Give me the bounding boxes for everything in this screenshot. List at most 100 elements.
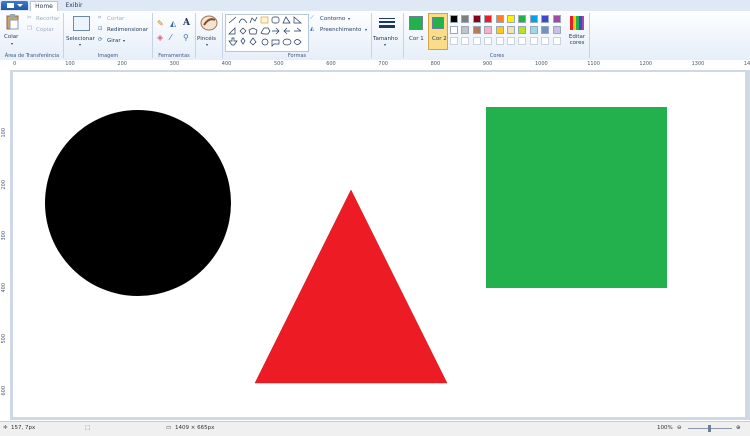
palette-swatch[interactable]: [507, 15, 515, 23]
palette-swatch[interactable]: [495, 26, 504, 34]
rotate-icon: ⟳: [98, 37, 103, 43]
palette-swatch[interactable]: [472, 15, 481, 23]
image-size-icon: ▭: [166, 425, 172, 431]
palette-swatch[interactable]: [552, 15, 561, 23]
copy-button[interactable]: ❐ Copiar: [27, 26, 61, 34]
color-picker-icon[interactable]: ⁄: [170, 33, 171, 42]
colors-group-label: Cores: [489, 53, 505, 59]
palette-swatch[interactable]: [552, 26, 561, 34]
custom-color-slot[interactable]: [461, 37, 470, 45]
custom-color-slot[interactable]: [507, 37, 515, 45]
custom-color-slot[interactable]: [472, 37, 481, 45]
outline-label: Contorno: [320, 16, 346, 22]
red-triangle-shape[interactable]: [254, 189, 448, 384]
fill-dropdown[interactable]: ◭ Preenchimento ▾: [310, 26, 370, 35]
chevron-down-icon: ▾: [79, 42, 82, 47]
palette-swatch[interactable]: [529, 26, 538, 34]
palette-swatch[interactable]: [450, 26, 458, 34]
resize-icon: ⊡: [98, 26, 103, 32]
shapes-gallery[interactable]: [225, 14, 309, 52]
brush-icon: [200, 15, 218, 31]
ruler-tick-label: 1100: [587, 61, 600, 67]
palette-swatch[interactable]: [507, 26, 515, 34]
clipboard-group-label: Área de Transferência: [4, 53, 60, 59]
palette-swatch[interactable]: [472, 26, 481, 34]
chevron-down-icon: ▾: [206, 42, 209, 47]
palette-swatch[interactable]: [450, 15, 458, 23]
ribbon-separator: [371, 13, 372, 58]
ribbon: Colar ▾ ✂ Recortar ❐ Copiar Área de Tran…: [0, 11, 750, 61]
size-button[interactable]: Tamanho ▾: [373, 14, 401, 48]
green-square-shape[interactable]: [486, 107, 667, 288]
custom-color-slot[interactable]: [450, 37, 458, 45]
cut-label: Recortar: [36, 16, 60, 22]
file-menu-button[interactable]: [1, 1, 28, 10]
color1-label: Cor 1: [409, 36, 424, 42]
image-size: 1409 × 665px: [175, 425, 215, 431]
color2-label: Cor 2: [432, 36, 447, 42]
chevron-down-icon: ▾: [123, 38, 126, 43]
palette-swatch[interactable]: [541, 26, 550, 34]
palette-swatch[interactable]: [495, 15, 504, 23]
color2-swatch: [432, 17, 444, 29]
eraser-icon[interactable]: ◈: [157, 33, 163, 42]
zoom-slider-thumb[interactable]: [708, 425, 711, 432]
zoom-in-button[interactable]: ⊕: [736, 425, 741, 431]
tab-home[interactable]: Home: [30, 1, 58, 11]
outline-dropdown[interactable]: ⟋ Contorno ▾: [310, 15, 360, 24]
color1-swatch: [409, 16, 423, 30]
palette-swatch[interactable]: [518, 15, 527, 23]
ruler-tick-label: 300: [169, 61, 180, 67]
copy-icon: ❐: [27, 26, 32, 32]
ruler-tick-label: 200: [1, 179, 7, 190]
pencil-icon[interactable]: ✎: [157, 19, 164, 28]
tab-view[interactable]: Exibir: [60, 1, 88, 11]
custom-color-slot[interactable]: [518, 37, 527, 45]
palette-swatch[interactable]: [529, 15, 538, 23]
image-group-label: Imagem: [97, 53, 119, 59]
magnifier-icon[interactable]: ⚲: [183, 33, 189, 42]
chevron-down-icon: ▾: [384, 42, 387, 47]
ruler-tick-label: 600: [326, 61, 336, 67]
edit-colors-button[interactable]: Editar cores: [566, 14, 588, 50]
text-icon[interactable]: A: [183, 18, 190, 28]
cut-button[interactable]: ✂ Recortar: [27, 15, 61, 23]
resize-label: Redimensionar: [107, 27, 149, 33]
color1-button[interactable]: Cor 1: [406, 14, 426, 50]
rotate-label: Girar: [107, 38, 121, 44]
brushes-button[interactable]: Pincéis ▾: [197, 14, 221, 48]
selection-icon: [73, 16, 90, 31]
crop-button[interactable]: ⌗ Cortar: [98, 15, 148, 23]
chevron-down-icon: [17, 4, 23, 7]
fill-bucket-icon[interactable]: ◭: [170, 19, 176, 28]
fill-icon: ◭: [310, 26, 315, 32]
tools-group-label: Ferramentas: [158, 53, 190, 59]
custom-color-slot[interactable]: [552, 37, 561, 45]
zoom-out-button[interactable]: ⊖: [677, 425, 682, 431]
palette-swatch[interactable]: [461, 15, 470, 23]
fill-label: Preenchimento: [320, 27, 362, 33]
color2-button[interactable]: Cor 2: [428, 13, 448, 50]
ruler-tick-label: 1200: [639, 61, 653, 67]
canvas-drawing: [45, 107, 667, 384]
black-circle-shape[interactable]: [45, 110, 231, 296]
palette-swatch[interactable]: [541, 15, 550, 23]
paste-button[interactable]: Colar ▾: [3, 14, 23, 48]
custom-color-slot[interactable]: [484, 37, 493, 45]
select-button[interactable]: Selecionar ▾: [66, 14, 96, 48]
ruler-tick-label: 1000: [535, 61, 548, 67]
rotate-button[interactable]: ⟳ Girar ▾: [98, 37, 138, 45]
resize-button[interactable]: ⊡ Redimensionar: [98, 26, 150, 34]
custom-color-slot[interactable]: [495, 37, 504, 45]
color-palette[interactable]: [450, 15, 565, 49]
ribbon-separator: [63, 13, 64, 58]
custom-color-slot[interactable]: [529, 37, 538, 45]
zoom-slider[interactable]: [688, 425, 732, 432]
palette-swatch[interactable]: [518, 26, 527, 34]
palette-swatch[interactable]: [484, 15, 493, 23]
ruler-tick-label: 800: [430, 61, 441, 67]
palette-swatch[interactable]: [484, 26, 493, 34]
palette-swatch[interactable]: [461, 26, 470, 34]
custom-color-slot[interactable]: [541, 37, 550, 45]
drawing-canvas[interactable]: [13, 72, 745, 417]
